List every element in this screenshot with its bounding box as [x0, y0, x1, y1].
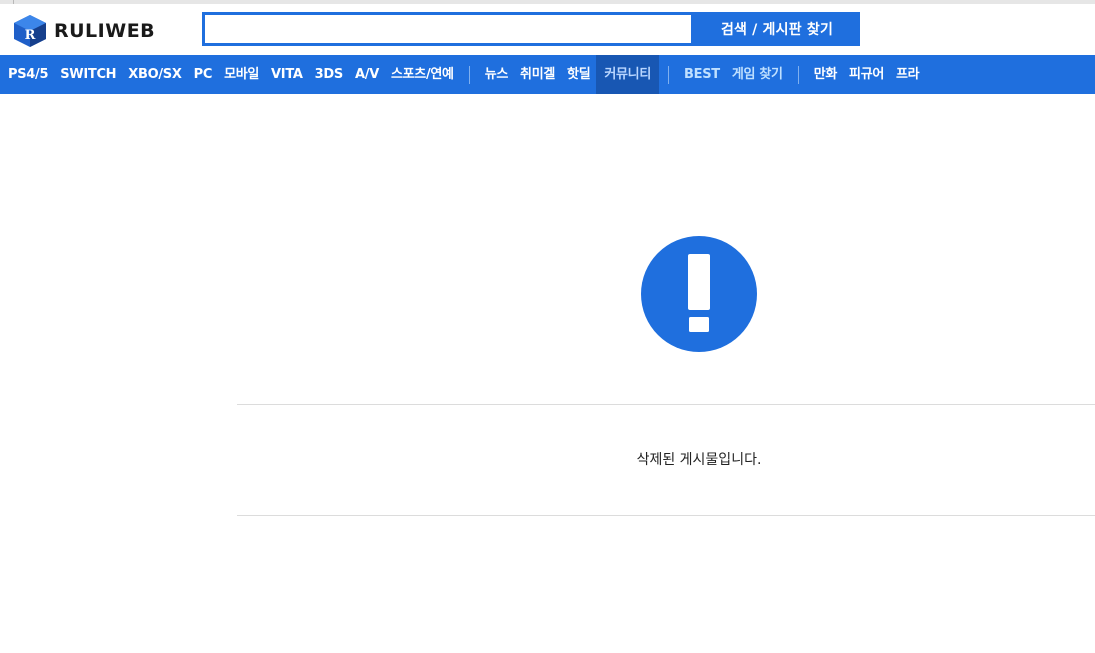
nav-item-switch[interactable]: SWITCH [54, 55, 122, 94]
exclamation-circle-icon [641, 236, 757, 352]
site-header: R RULIWEB 검색 / 게시판 찾기 [0, 4, 1095, 52]
site-logo[interactable]: R RULIWEB [12, 14, 155, 48]
nav-item-pc[interactable]: PC [188, 55, 218, 94]
nav-divider [468, 65, 470, 84]
nav-item-hotdeal[interactable]: 핫딜 [561, 55, 596, 94]
deleted-post-message: 삭제된 게시물입니다. [636, 452, 762, 468]
nav-item-sports[interactable]: 스포츠/연예 [385, 55, 460, 94]
nav-item-xbox[interactable]: XBO/SX [122, 55, 187, 94]
nav-item-figure[interactable]: 피규어 [843, 55, 890, 94]
ruliweb-logo-icon: R [14, 15, 46, 47]
nav-divider [668, 65, 669, 84]
nav-item-ps45[interactable]: PS4/5 [0, 55, 54, 94]
nav-item-vita[interactable]: VITA [265, 55, 309, 94]
category-navbar: PS4/5 SWITCH XBO/SX PC 모바일 VITA 3DS A/V … [0, 55, 1095, 94]
nav-item-news[interactable]: 뉴스 [479, 55, 514, 94]
nav-item-comics[interactable]: 만화 [808, 55, 843, 94]
nav-item-game-find[interactable]: 게임 찾기 [726, 55, 789, 94]
nav-item-hobby[interactable]: 취미겔 [514, 55, 561, 94]
nav-item-best[interactable]: BEST [678, 55, 726, 94]
divider-bottom [237, 515, 1095, 516]
nav-item-av[interactable]: A/V [349, 55, 385, 94]
nav-item-plastic-model[interactable]: 프라 [890, 55, 925, 94]
divider-top [237, 404, 1095, 405]
nav-item-mobile[interactable]: 모바일 [218, 55, 265, 94]
nav-item-3ds[interactable]: 3DS [309, 55, 349, 94]
svg-text:R: R [25, 28, 36, 43]
logo-text: RULIWEB [54, 20, 156, 42]
nav-item-community[interactable]: 커뮤니티 [596, 55, 659, 94]
search-button[interactable]: 검색 / 게시판 찾기 [694, 12, 860, 46]
nav-divider [797, 65, 799, 84]
search-input[interactable] [202, 12, 694, 46]
